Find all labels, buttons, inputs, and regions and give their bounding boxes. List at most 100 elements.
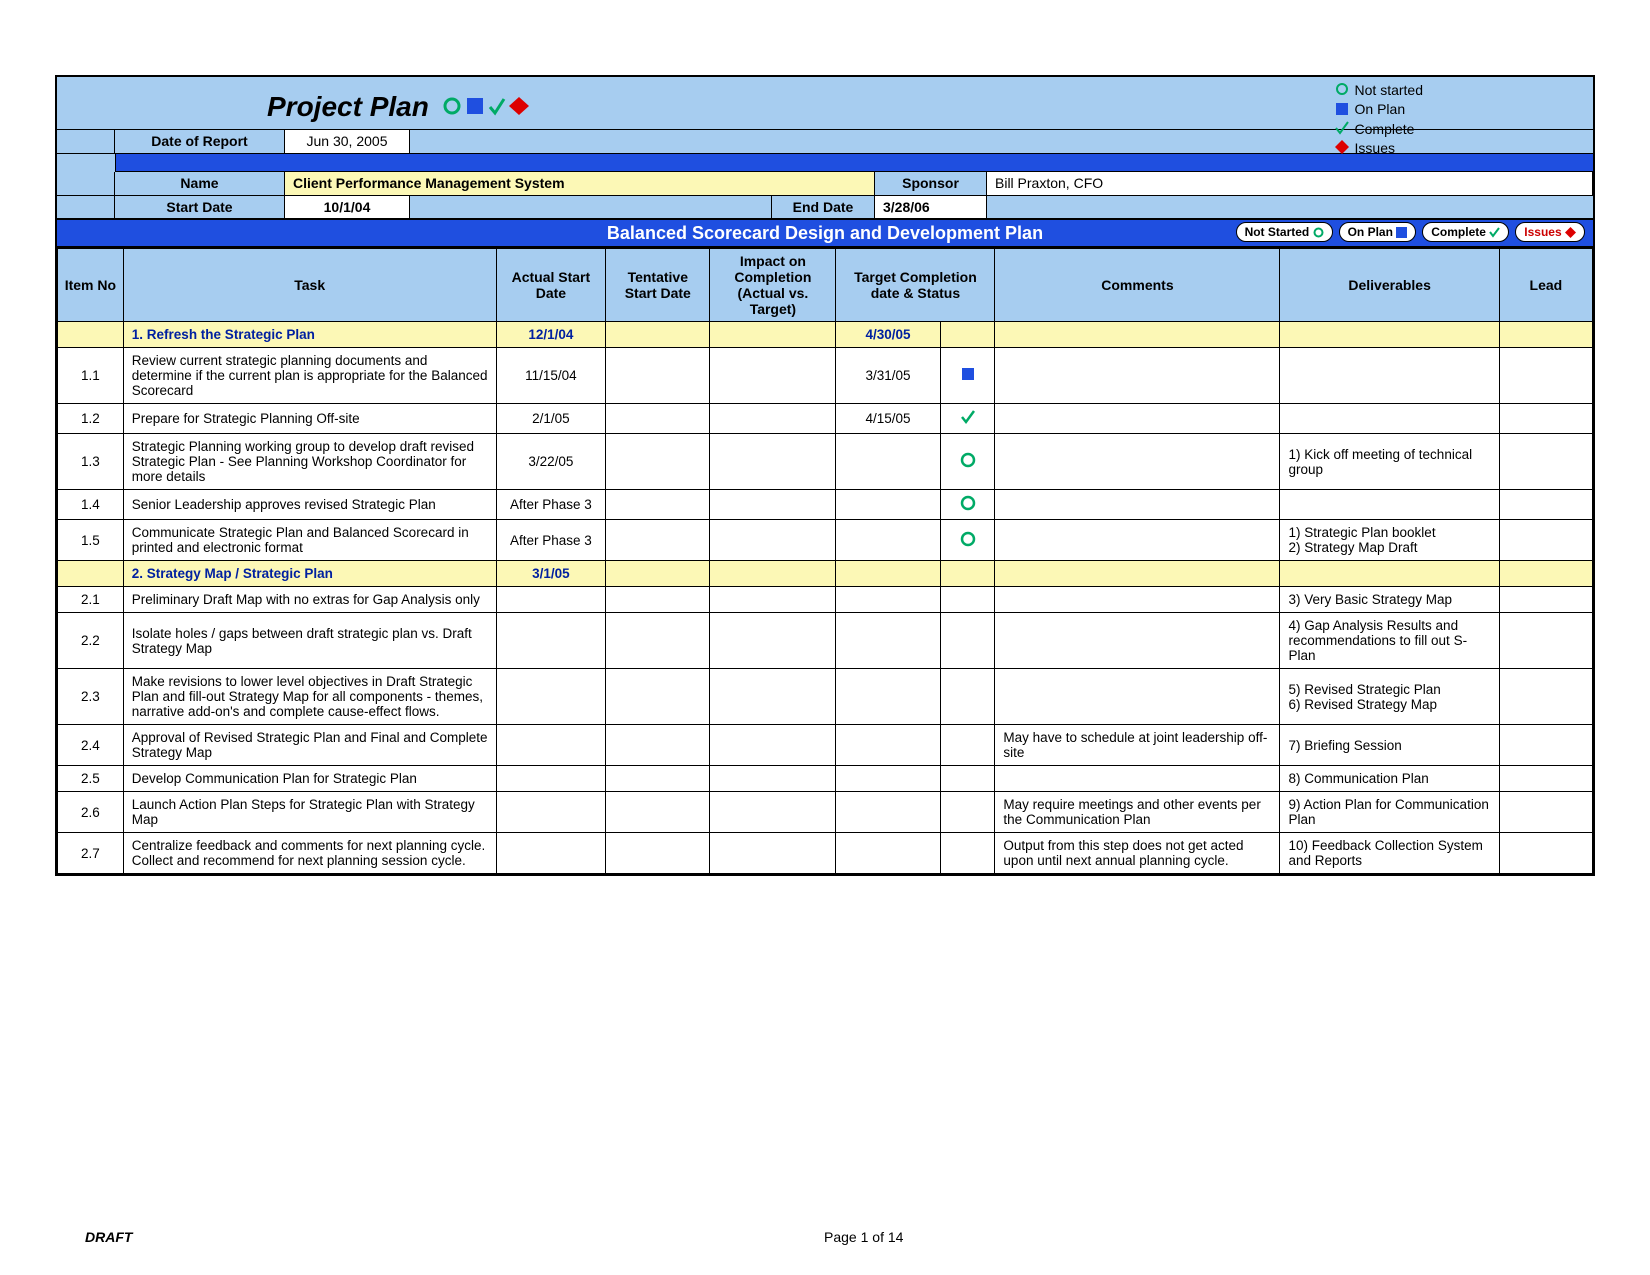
table-row: 2.2Isolate holes / gaps between draft st…: [58, 613, 1593, 669]
cell-item-no: 2.1: [58, 587, 124, 613]
cell-deliverables: [1280, 490, 1499, 520]
cell-lead: [1499, 613, 1592, 669]
cell-task: Approval of Revised Strategic Plan and F…: [123, 725, 496, 766]
cell-lead: [1499, 490, 1592, 520]
cell-tentative-start: [606, 613, 710, 669]
cell-lead: [1499, 520, 1592, 561]
cell-status-icon: [940, 490, 995, 520]
cell-comments: [995, 434, 1280, 490]
cell-task: Launch Action Plan Steps for Strategic P…: [123, 792, 496, 833]
cell-lead: [1499, 766, 1592, 792]
cell-lead: [1499, 725, 1592, 766]
pill-not-started[interactable]: Not Started: [1236, 222, 1333, 242]
cell-target: [836, 669, 940, 725]
cell-target: [836, 766, 940, 792]
cell-item-no: 2.7: [58, 833, 124, 874]
cell-tentative-start: [606, 348, 710, 404]
footer-page: Page 1 of 14: [824, 1229, 903, 1245]
cell-comments: [995, 348, 1280, 404]
cell-item-no: 2.3: [58, 669, 124, 725]
table-row: 2.5Develop Communication Plan for Strate…: [58, 766, 1593, 792]
cell-task: Preliminary Draft Map with no extras for…: [123, 587, 496, 613]
table-row: 2.7Centralize feedback and comments for …: [58, 833, 1593, 874]
check-icon: [490, 99, 504, 113]
cell-impact: [710, 490, 836, 520]
section-title-bar: Balanced Scorecard Design and Developmen…: [57, 220, 1593, 248]
cell-actual-start: [496, 613, 606, 669]
table-header: Item No Task Actual Start Date Tentative…: [58, 249, 1593, 322]
cell-comments: [995, 404, 1280, 434]
legend-not-started: Not started: [1355, 82, 1423, 98]
cell-comments: May have to schedule at joint leadership…: [995, 725, 1280, 766]
cell-deliverables: 10) Feedback Collection System and Repor…: [1280, 833, 1499, 874]
section-row: 2. Strategy Map / Strategic Plan3/1/05: [58, 561, 1593, 587]
cell-actual-start: 3/22/05: [496, 434, 606, 490]
cell-target: [836, 792, 940, 833]
pill-on-plan[interactable]: On Plan: [1339, 222, 1417, 242]
cell-task: Prepare for Strategic Planning Off-site: [123, 404, 496, 434]
cell-impact: [710, 348, 836, 404]
legend-on-plan: On Plan: [1355, 101, 1406, 117]
cell-tentative-start: [606, 520, 710, 561]
cell-lead: [1499, 669, 1592, 725]
cell-actual-start: [496, 833, 606, 874]
sponsor-value: Bill Praxton, CFO: [987, 172, 1593, 195]
cell-item-no: 1.4: [58, 490, 124, 520]
cell-deliverables: [1280, 348, 1499, 404]
page-title: Project Plan: [267, 91, 429, 123]
cell-status-icon: [940, 613, 995, 669]
cell-lead: [1499, 587, 1592, 613]
pill-issues[interactable]: Issues: [1515, 222, 1585, 242]
cell-task: Centralize feedback and comments for nex…: [123, 833, 496, 874]
circle-icon: [1337, 84, 1347, 94]
cell-impact: [710, 404, 836, 434]
cell-lead: [1499, 434, 1592, 490]
cell-tentative-start: [606, 669, 710, 725]
cell-status-icon: [940, 404, 995, 434]
cell-target: [836, 520, 940, 561]
end-date-label: End Date: [772, 196, 875, 218]
cell-comments: [995, 490, 1280, 520]
cell-target: [836, 490, 940, 520]
cell-target: [836, 587, 940, 613]
section-actual-start: 3/1/05: [496, 561, 606, 587]
name-label: Name: [115, 172, 285, 195]
table-row: 2.3Make revisions to lower level objecti…: [58, 669, 1593, 725]
cell-comments: [995, 613, 1280, 669]
pill-complete[interactable]: Complete: [1422, 222, 1509, 242]
cell-lead: [1499, 404, 1592, 434]
cell-deliverables: 9) Action Plan for Communication Plan: [1280, 792, 1499, 833]
cell-comments: [995, 766, 1280, 792]
cell-task: Make revisions to lower level objectives…: [123, 669, 496, 725]
footer-draft: DRAFT: [85, 1229, 132, 1245]
cell-impact: [710, 587, 836, 613]
cell-item-no: 2.4: [58, 725, 124, 766]
section-row: 1. Refresh the Strategic Plan12/1/044/30…: [58, 322, 1593, 348]
cell-tentative-start: [606, 766, 710, 792]
cell-deliverables: 3) Very Basic Strategy Map: [1280, 587, 1499, 613]
legend: Not started On Plan Complete Issues: [1335, 81, 1423, 158]
square-icon: [1336, 103, 1348, 115]
cell-task: Isolate holes / gaps between draft strat…: [123, 613, 496, 669]
cell-actual-start: 2/1/05: [496, 404, 606, 434]
section-actual-start: 12/1/04: [496, 322, 606, 348]
cell-target: [836, 613, 940, 669]
section-target: 4/30/05: [836, 322, 940, 348]
check-icon: [1336, 122, 1348, 133]
circle-icon: [445, 99, 459, 113]
cell-status-icon: [940, 725, 995, 766]
diamond-icon: [509, 97, 529, 115]
section-title: Balanced Scorecard Design and Developmen…: [607, 223, 1043, 243]
cell-target: [836, 434, 940, 490]
col-comments: Comments: [995, 249, 1280, 322]
cell-item-no: 2.5: [58, 766, 124, 792]
cell-lead: [1499, 348, 1592, 404]
end-date-value: 3/28/06: [875, 196, 987, 218]
cell-status-icon: [940, 520, 995, 561]
cell-impact: [710, 725, 836, 766]
col-item-no: Item No: [58, 249, 124, 322]
cell-impact: [710, 669, 836, 725]
cell-impact: [710, 766, 836, 792]
cell-target: [836, 833, 940, 874]
cell-status-icon: [940, 348, 995, 404]
